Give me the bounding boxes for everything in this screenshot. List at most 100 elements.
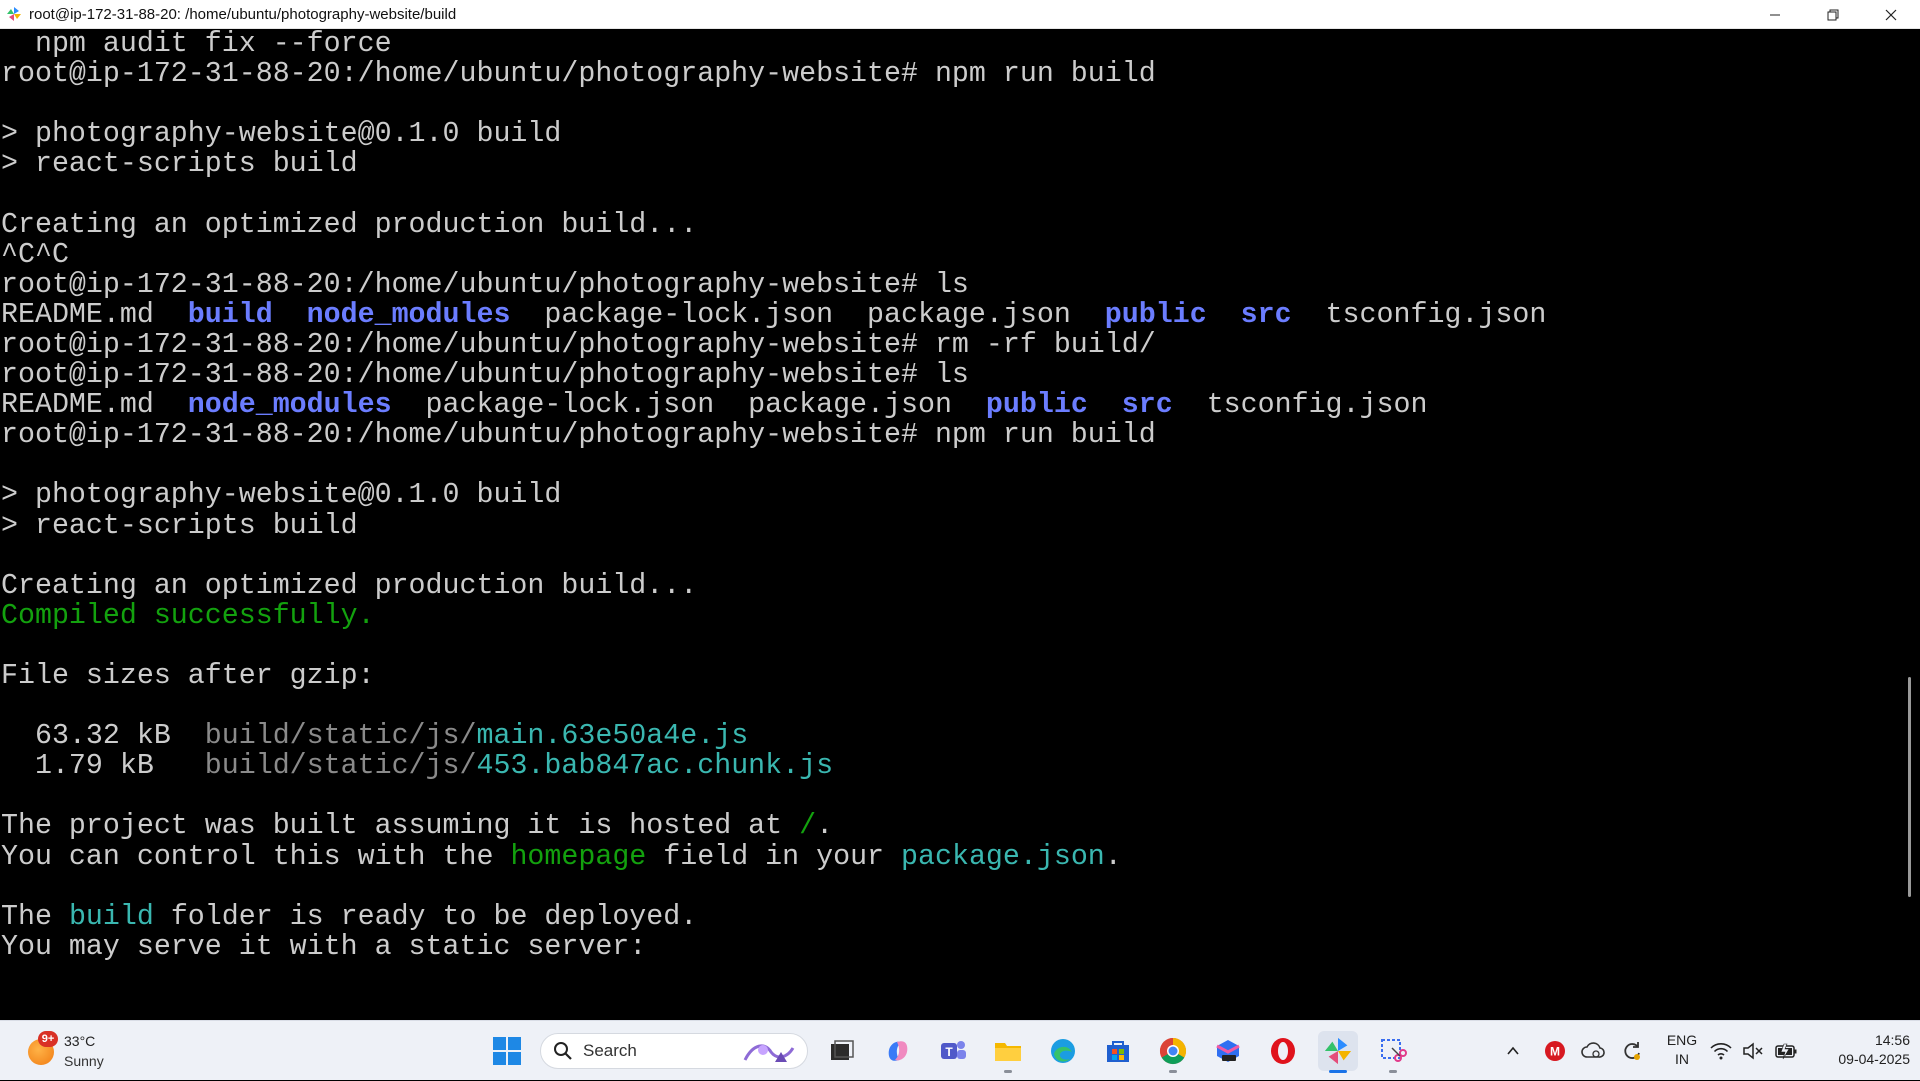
terminal-segment: package.json bbox=[901, 840, 1105, 873]
task-view-button[interactable] bbox=[822, 1031, 862, 1071]
terminal-segment: . bbox=[1104, 840, 1122, 873]
refresh-icon bbox=[1624, 1042, 1640, 1060]
notification-badge: 9+ bbox=[38, 1031, 58, 1047]
terminal-line: npm audit fix --force bbox=[1, 29, 1546, 59]
terminal-segment: root@ip-172-31-88-20:/home/ubuntu/photog… bbox=[1, 58, 1156, 91]
wifi-icon bbox=[1710, 1043, 1732, 1060]
window-controls bbox=[1746, 0, 1920, 29]
teams-icon: T bbox=[941, 1041, 966, 1059]
pinwheel-app-icon bbox=[1324, 1037, 1352, 1065]
taskbar: 9+ 33°C Sunny Search T M ENG IN 14:56 09… bbox=[0, 1020, 1920, 1080]
terminal-segment: > photography-website@0.1.0 build bbox=[1, 479, 562, 512]
terminal-segment: field in your bbox=[646, 840, 902, 873]
opera-icon bbox=[1271, 1038, 1295, 1064]
refresh-tray-button[interactable] bbox=[1617, 1021, 1647, 1081]
terminal-segment: Creating an optimized production build..… bbox=[1, 208, 698, 241]
terminal-line: Compiled successfully. bbox=[1, 601, 1546, 631]
terminal-segment: README.md bbox=[1, 389, 188, 422]
terminal-scrollbar[interactable] bbox=[1900, 29, 1920, 1020]
terminal-segment: > react-scripts build bbox=[1, 509, 358, 542]
terminal-line: root@ip-172-31-88-20:/home/ubuntu/photog… bbox=[1, 360, 1546, 390]
active-indicator bbox=[1329, 1070, 1347, 1073]
running-indicator bbox=[1389, 1070, 1397, 1073]
terminal-line: root@ip-172-31-88-20:/home/ubuntu/photog… bbox=[1, 330, 1546, 360]
show-hidden-icons-button[interactable] bbox=[1498, 1021, 1528, 1081]
cloud-sync-tray-button[interactable] bbox=[1578, 1021, 1608, 1081]
terminal-line: > photography-website@0.1.0 build bbox=[1, 119, 1546, 149]
cloud-sync-icon bbox=[1581, 1042, 1605, 1058]
edge-button[interactable] bbox=[1043, 1031, 1083, 1071]
terminal-segment: root@ip-172-31-88-20:/home/ubuntu/photog… bbox=[1, 359, 969, 392]
terminal-line: > react-scripts build bbox=[1, 149, 1546, 179]
close-button[interactable] bbox=[1862, 0, 1920, 29]
chrome-button[interactable] bbox=[1153, 1031, 1193, 1073]
copilot-button[interactable] bbox=[878, 1031, 918, 1071]
svg-text:T: T bbox=[945, 1045, 953, 1059]
terminal-segment: tsconfig.json bbox=[1172, 389, 1428, 422]
file-explorer-button[interactable] bbox=[988, 1031, 1028, 1073]
mcafee-tray-button[interactable]: M bbox=[1540, 1021, 1570, 1081]
snipping-tool-button[interactable] bbox=[1373, 1031, 1413, 1073]
terminal-segment: ^C^C bbox=[1, 238, 69, 271]
terminal-segment bbox=[1207, 299, 1241, 331]
terminal-segment: Creating an optimized production build..… bbox=[1, 569, 698, 602]
window-titlebar[interactable]: root@ip-172-31-88-20: /home/ubuntu/photo… bbox=[0, 0, 1920, 29]
terminal-segment: README.md bbox=[1, 298, 188, 331]
battery-icon bbox=[1775, 1043, 1797, 1060]
start-button[interactable] bbox=[487, 1031, 527, 1071]
running-indicator bbox=[1004, 1070, 1012, 1073]
taskbar-search[interactable]: Search bbox=[540, 1033, 808, 1069]
windows-logo-icon bbox=[493, 1037, 521, 1065]
weather-temp: 33°C bbox=[64, 1033, 96, 1049]
terminal-segment: 1.79 kB bbox=[1, 750, 205, 783]
mcafee-icon: M bbox=[1545, 1041, 1565, 1061]
terminal-segment: build bbox=[68, 900, 154, 933]
terminal-app-button[interactable] bbox=[1318, 1031, 1358, 1073]
quick-settings-button[interactable] bbox=[1710, 1021, 1798, 1081]
volume-muted-icon bbox=[1743, 1042, 1763, 1060]
opera-button[interactable] bbox=[1263, 1031, 1303, 1071]
clock-date: 09-04-2025 bbox=[1838, 1051, 1910, 1067]
terminal-segment: public bbox=[985, 389, 1088, 422]
terminal-output[interactable]: npm audit fix --force root@ip-172-31-88-2… bbox=[0, 29, 1900, 1020]
terminal-segment: / bbox=[799, 810, 817, 843]
weather-widget[interactable]: 9+ 33°C Sunny bbox=[24, 1027, 144, 1075]
terminal-line: README.md node_modules package-lock.json… bbox=[1, 390, 1546, 420]
terminal-segment: package-lock.json package.json bbox=[510, 298, 1105, 331]
scrollbar-thumb[interactable] bbox=[1908, 677, 1911, 897]
terminal-segment: Compiled successfully. bbox=[1, 599, 375, 632]
terminal-line: > react-scripts build bbox=[1, 509, 1546, 542]
terminal-segment: npm audit fix --force bbox=[1, 29, 392, 60]
terminal-segment: homepage bbox=[510, 840, 647, 873]
terminal-segment: root@ip-172-31-88-20:/home/ubuntu/photog… bbox=[1, 419, 1156, 452]
store-icon bbox=[1107, 1041, 1129, 1062]
system-clock[interactable]: 14:56 09-04-2025 bbox=[1810, 1031, 1910, 1069]
minimize-button[interactable] bbox=[1746, 0, 1804, 29]
snipping-tool-icon bbox=[1381, 1039, 1407, 1062]
language-code: ENG bbox=[1666, 1032, 1698, 1048]
running-indicator bbox=[1169, 1070, 1177, 1073]
terminal-segment: > photography-website@0.1.0 build bbox=[1, 118, 562, 151]
terminal-segment: File sizes after gzip: bbox=[1, 659, 375, 692]
terminal-line: README.md build node_modules package-loc… bbox=[1, 300, 1546, 330]
teams-button[interactable]: T bbox=[933, 1031, 973, 1071]
pinwheel-app-icon bbox=[5, 5, 23, 23]
terminal-segment: src bbox=[1121, 389, 1173, 422]
terminal-line: Creating an optimized production build..… bbox=[1, 571, 1546, 601]
terminal-line: You may serve it with a static server: bbox=[1, 932, 1546, 962]
m365-button[interactable] bbox=[1208, 1031, 1248, 1071]
store-button[interactable] bbox=[1098, 1031, 1138, 1071]
language-indicator[interactable]: ENG IN bbox=[1664, 1031, 1700, 1069]
copilot-icon bbox=[888, 1041, 908, 1061]
terminal-line: The build folder is ready to be deployed… bbox=[1, 902, 1546, 932]
terminal-segment: You can control this with the bbox=[1, 840, 511, 873]
terminal-segment: public bbox=[1104, 298, 1207, 331]
restore-button[interactable] bbox=[1804, 0, 1862, 29]
terminal-line: 1.79 kB build/static/js/453.bab847ac.chu… bbox=[1, 751, 1546, 781]
